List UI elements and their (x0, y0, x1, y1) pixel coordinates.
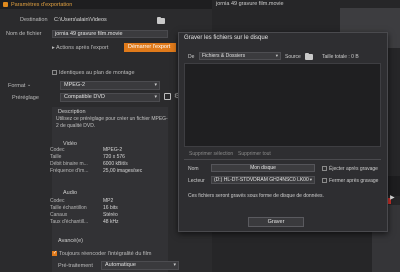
actions-after-export-label: Actions après l'export (56, 45, 109, 51)
pretreatment-select[interactable]: Automatique ▾ (101, 261, 179, 270)
audio-channels-value: Stéréo (103, 212, 118, 218)
format-select[interactable]: MPEG-2 ▾ (60, 81, 160, 90)
play-icon[interactable]: ▶ (390, 194, 395, 201)
audio-samplerate-key: Taux d'échantill... (50, 219, 89, 225)
pretreatment-value: Automatique (105, 262, 136, 268)
drive-value: (D:) HL-DT-STDVDRAM GH24NSC0 LK00 (214, 177, 309, 183)
audio-codec-key: Codec (50, 198, 65, 204)
burn-button[interactable]: Graver (248, 217, 304, 227)
chevron-down-icon: ▾ (173, 262, 176, 268)
audio-samplesize-key: Taille échantillon (50, 205, 87, 211)
preset-value: Compatible DVD (64, 94, 105, 100)
start-export-button[interactable]: Démarrer l'export (124, 43, 176, 52)
format-label: Format (8, 83, 26, 89)
description-title: Description (58, 109, 86, 115)
app-icon (3, 2, 8, 7)
source-label: Source (285, 54, 301, 60)
timeline-title: jornia 49 gravure film.movie (216, 1, 284, 7)
dialog-title: Graver les fichiers sur le disque (184, 35, 269, 41)
eject-checkbox[interactable] (322, 166, 327, 171)
dialog-divider (184, 159, 381, 160)
pretreatment-label: Pré-traitement (58, 263, 93, 269)
audio-codec-value: MP2 (103, 198, 114, 204)
total-size: Taille totale : 0 B (322, 54, 359, 60)
video-framerate-value: 25,00 images/sec (103, 168, 143, 174)
de-label: De (188, 54, 195, 60)
chevron-down-icon: ▾ (309, 177, 312, 182)
description-text: Utilisez ce préréglage pour créer un fic… (56, 116, 168, 129)
video-codec-key: Codec (50, 147, 65, 153)
close-after-label: Fermer après gravage (329, 178, 379, 184)
filename-input[interactable]: jornia 49 gravure film.movie (52, 30, 168, 38)
chevron-down-icon: ▾ (154, 94, 157, 100)
chevron-down-icon: ▾ (154, 82, 157, 88)
remove-selection-link[interactable]: Supprimer sélection (189, 151, 233, 157)
video-section-title: Vidéo (63, 141, 77, 147)
close-after-checkbox[interactable] (322, 178, 327, 183)
drive-select[interactable]: (D:) HL-DT-STDVDRAM GH24NSC0 LK00 ▾ (211, 176, 315, 184)
preset-select[interactable]: Compatible DVD ▾ (60, 93, 160, 102)
video-size-key: Taille (50, 154, 62, 160)
destination-label: Destination (20, 17, 48, 23)
video-size-value: 720 x 576 (103, 154, 125, 160)
de-value: Fichiers & Dossiers (202, 53, 246, 59)
audio-section-title: Audio (63, 190, 78, 196)
chevron-down-icon[interactable]: ⌄ (27, 82, 31, 88)
remove-all-link[interactable]: Supprimer tout (238, 151, 271, 157)
video-bitrate-key: Débit binaire m... (50, 161, 88, 167)
audio-channels-key: Canaux (50, 212, 68, 218)
drive-label: Lecteur (188, 178, 205, 184)
folder-icon[interactable] (305, 53, 313, 60)
eject-label: Éjecter après gravage (329, 166, 378, 172)
folder-icon[interactable] (157, 17, 165, 24)
export-panel-title: Paramètres d'exportation (11, 1, 73, 8)
edit-preset-icon[interactable] (164, 93, 171, 100)
audio-samplerate-value: 48 kHz (103, 219, 119, 225)
dialog-info-text: Ces fichiers seront gravés sous forme de… (188, 193, 324, 199)
filename-label: Nom de fichier (6, 31, 42, 37)
disc-name-input[interactable]: Mon disque (211, 164, 315, 172)
advanced-section-title[interactable]: Avancé(e) (58, 238, 83, 244)
de-select[interactable]: Fichiers & Dossiers ▾ (199, 52, 281, 60)
reencode-label: Toujours réencoder l'intégralité du film (59, 251, 152, 257)
chevron-down-icon: ▾ (275, 53, 278, 58)
export-panel-titlebar: Paramètres d'exportation (0, 0, 212, 9)
video-codec-value: MPEG-2 (103, 147, 123, 153)
reencode-checkbox[interactable] (52, 250, 57, 256)
name-label: Nom (188, 166, 199, 172)
preset-label: Préréglage (12, 95, 39, 101)
format-value: MPEG-2 (64, 82, 86, 88)
destination-value[interactable]: C:\Users\alain\Videos (54, 17, 107, 23)
video-bitrate-value: 6000 kBit/s (103, 161, 128, 167)
audio-samplesize-value: 16 bits (103, 205, 118, 211)
identical-checkbox[interactable] (52, 70, 57, 75)
video-framerate-key: Fréquence d'im... (50, 168, 89, 174)
files-list[interactable] (184, 63, 381, 147)
actions-after-export[interactable]: ▸ Actions après l'export (52, 45, 108, 51)
identical-label: Identiques au plan de montage (59, 70, 135, 76)
